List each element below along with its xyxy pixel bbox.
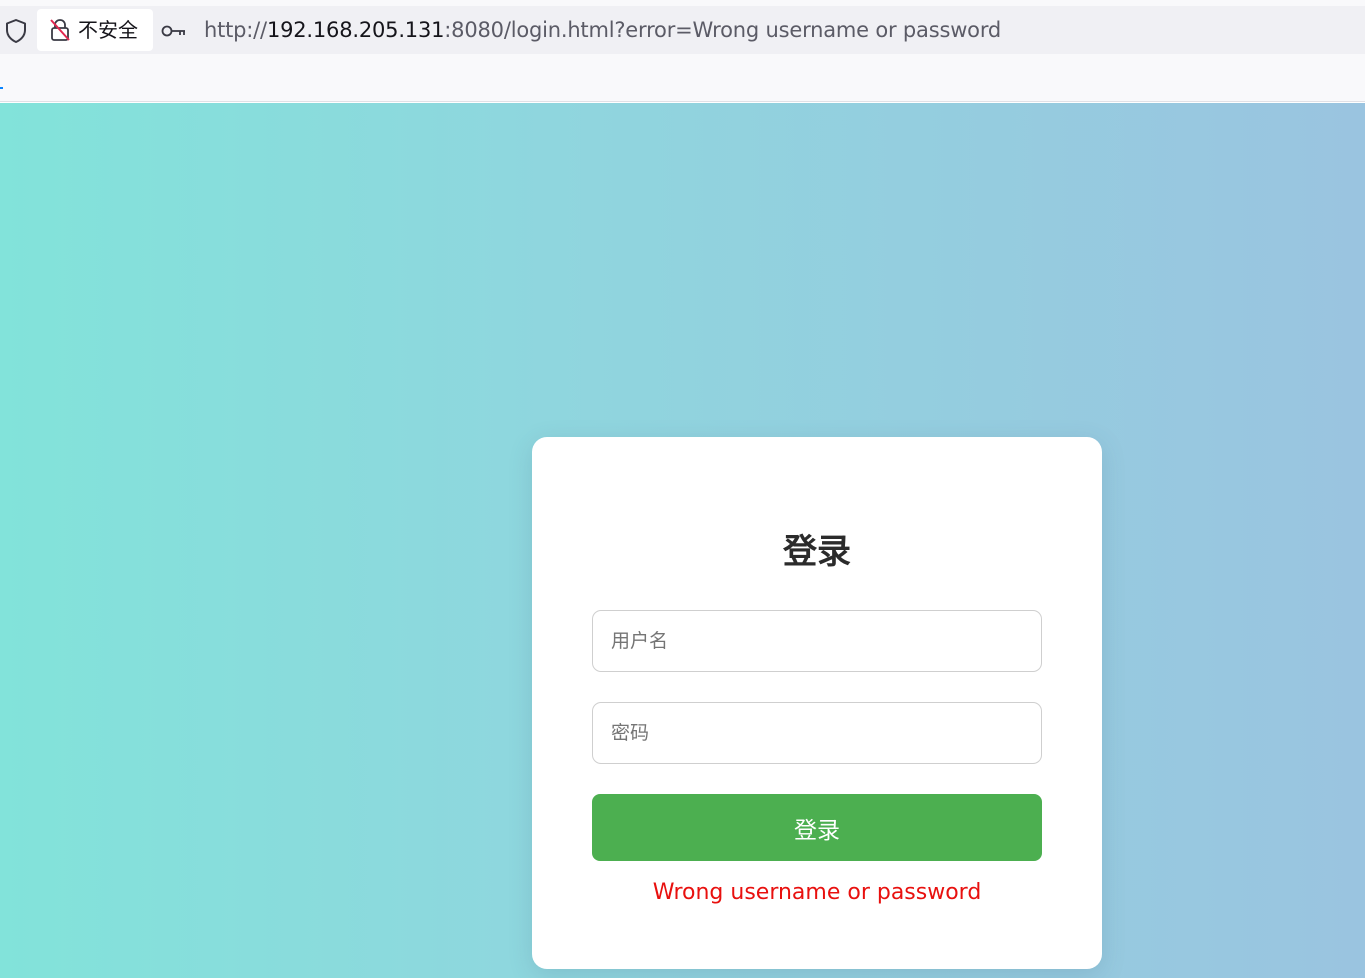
username-input[interactable] [592, 610, 1042, 672]
bookmarks-toolbar [0, 54, 1365, 102]
shield-icon[interactable] [4, 18, 28, 44]
url-bar[interactable]: 不安全 http://192.168.205.131:8080/login.ht… [0, 6, 1365, 54]
password-input[interactable] [592, 702, 1042, 764]
insecure-label: 不安全 [78, 18, 138, 42]
login-button[interactable]: 登录 [592, 794, 1042, 861]
site-identity-button[interactable]: 不安全 [37, 9, 153, 51]
page-viewport: 登录 登录 Wrong username or password [0, 103, 1365, 978]
key-icon[interactable] [161, 23, 187, 37]
login-card: 登录 登录 Wrong username or password [532, 437, 1102, 969]
url-scheme: http:// [204, 18, 267, 42]
error-message: Wrong username or password [652, 880, 982, 905]
toolbar-marker [0, 87, 3, 89]
url-text[interactable]: http://192.168.205.131:8080/login.html?e… [204, 16, 1001, 44]
url-host: 192.168.205.131 [266, 18, 445, 42]
url-path: :8080/login.html?error=Wrong username or… [444, 18, 1002, 42]
insecure-lock-icon [49, 18, 71, 42]
login-title: 登录 [783, 532, 851, 572]
